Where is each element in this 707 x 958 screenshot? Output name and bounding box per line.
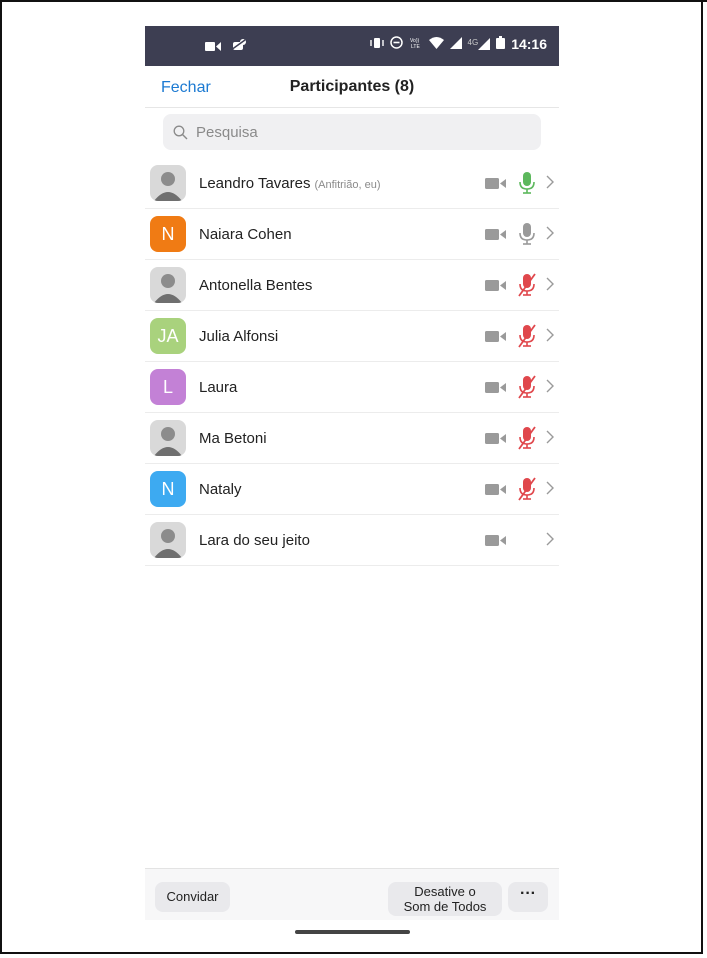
bottom-toolbar: Convidar Desative o Som de Todos ··· bbox=[145, 868, 559, 920]
avatar bbox=[150, 165, 186, 201]
participant-name: Antonella Bentes bbox=[199, 277, 312, 294]
camera-off-icon bbox=[485, 279, 507, 297]
wifi-icon bbox=[428, 36, 444, 52]
do-not-disturb-icon bbox=[389, 36, 403, 52]
avatar-photo-icon bbox=[154, 274, 182, 303]
participant-name-text: Antonella Bentes bbox=[199, 277, 313, 294]
settings-bug-icon bbox=[230, 38, 247, 57]
participant-row[interactable]: JA Julia Alfonsi bbox=[145, 311, 559, 362]
microphone-icon bbox=[517, 222, 537, 251]
camera-off-icon bbox=[485, 177, 507, 195]
camera-off-icon bbox=[485, 534, 507, 552]
network-type-label: 4G bbox=[467, 38, 479, 47]
vibrate-icon bbox=[369, 37, 384, 52]
participant-name: Lara do seu jeito bbox=[199, 532, 310, 549]
participant-name: Ma Betoni bbox=[199, 430, 267, 447]
camera-off-icon bbox=[485, 432, 507, 450]
participant-name: Naiara Cohen bbox=[199, 226, 292, 243]
camera-off-icon bbox=[485, 483, 507, 501]
search-input[interactable] bbox=[194, 122, 518, 142]
signal-icon bbox=[449, 36, 462, 52]
participant-name: Leandro Tavares (Anfitrião, eu) bbox=[199, 175, 381, 192]
host-tag: (Anfitrião, eu) bbox=[314, 179, 381, 191]
chevron-right-icon[interactable] bbox=[545, 429, 555, 450]
avatar bbox=[150, 420, 186, 456]
search-icon bbox=[173, 125, 188, 140]
invite-button[interactable]: Convidar bbox=[155, 882, 230, 912]
participant-name-text: Julia Alfonsi bbox=[199, 328, 279, 345]
mic-muted-icon bbox=[517, 273, 537, 302]
participant-name: Julia Alfonsi bbox=[199, 328, 278, 345]
status-left-icons bbox=[205, 38, 247, 57]
chevron-right-icon[interactable] bbox=[545, 174, 555, 195]
more-options-button[interactable]: ··· bbox=[508, 882, 548, 912]
participant-row[interactable]: Lara do seu jeito bbox=[145, 515, 559, 566]
camera-off-icon bbox=[485, 228, 507, 246]
mute-all-label-line2: Som de Todos bbox=[403, 899, 487, 914]
page-title: Participantes (8) bbox=[289, 78, 415, 95]
avatar-photo-icon bbox=[154, 529, 182, 558]
avatar-photo-icon bbox=[154, 427, 182, 456]
status-right-icons: Vo)) LTE 4G 14:16 bbox=[369, 36, 547, 52]
camera-off-icon bbox=[485, 381, 507, 399]
avatar-photo-icon bbox=[154, 172, 182, 201]
chevron-right-icon[interactable] bbox=[545, 327, 555, 348]
chevron-right-icon[interactable] bbox=[545, 531, 555, 552]
microphone-icon bbox=[517, 171, 537, 200]
chevron-right-icon[interactable] bbox=[545, 378, 555, 399]
video-recorder-icon bbox=[205, 39, 221, 57]
battery-icon bbox=[496, 36, 506, 52]
status-bar: Vo)) LTE 4G 14:16 bbox=[145, 26, 559, 66]
participant-name-text: Ma Betoni bbox=[199, 430, 267, 447]
participant-name: Laura bbox=[199, 379, 237, 396]
participant-row[interactable]: L Laura bbox=[145, 362, 559, 413]
volte-icon: Vo)) LTE bbox=[409, 37, 423, 52]
mic-muted-icon bbox=[517, 477, 537, 506]
participant-name-text: Nataly bbox=[199, 481, 242, 498]
participant-name-text: Lara do seu jeito bbox=[199, 532, 310, 549]
participant-name-text: Naiara Cohen bbox=[199, 226, 292, 243]
avatar bbox=[150, 267, 186, 303]
avatar: N bbox=[150, 471, 186, 507]
avatar: L bbox=[150, 369, 186, 405]
nav-bar: Fechar Participantes (8) bbox=[145, 66, 559, 108]
avatar: JA bbox=[150, 318, 186, 354]
mic-muted-icon bbox=[517, 324, 537, 353]
svg-text:LTE: LTE bbox=[411, 44, 420, 49]
avatar bbox=[150, 522, 186, 558]
participant-list: Leandro Tavares (Anfitrião, eu) N Naiara Co… bbox=[145, 158, 559, 566]
status-time: 14:16 bbox=[511, 36, 547, 52]
camera-off-icon bbox=[485, 330, 507, 348]
chevron-right-icon[interactable] bbox=[545, 480, 555, 501]
phone-screen: Vo)) LTE 4G 14:16 Fechar Participantes (8… bbox=[145, 26, 559, 946]
participant-name-text: Leandro Tavares bbox=[199, 175, 311, 192]
search-bar[interactable] bbox=[163, 114, 541, 150]
participant-row[interactable]: Ma Betoni bbox=[145, 413, 559, 464]
participant-row[interactable]: N Naiara Cohen bbox=[145, 209, 559, 260]
mute-all-label-line1: Desative o bbox=[414, 884, 476, 899]
participant-row[interactable]: Antonella Bentes bbox=[145, 260, 559, 311]
chevron-right-icon[interactable] bbox=[545, 225, 555, 246]
chevron-right-icon[interactable] bbox=[545, 276, 555, 297]
participant-name-text: Laura bbox=[199, 379, 238, 396]
mute-all-button[interactable]: Desative o Som de Todos bbox=[388, 882, 502, 916]
participant-row[interactable]: N Nataly bbox=[145, 464, 559, 515]
signal-4g-icon: 4G bbox=[468, 38, 491, 50]
mic-muted-icon bbox=[517, 375, 537, 404]
mic-muted-icon bbox=[517, 426, 537, 455]
participant-row[interactable]: Leandro Tavares (Anfitrião, eu) bbox=[145, 158, 559, 209]
participant-name: Nataly bbox=[199, 481, 242, 498]
avatar: N bbox=[150, 216, 186, 252]
home-indicator[interactable] bbox=[295, 930, 410, 934]
